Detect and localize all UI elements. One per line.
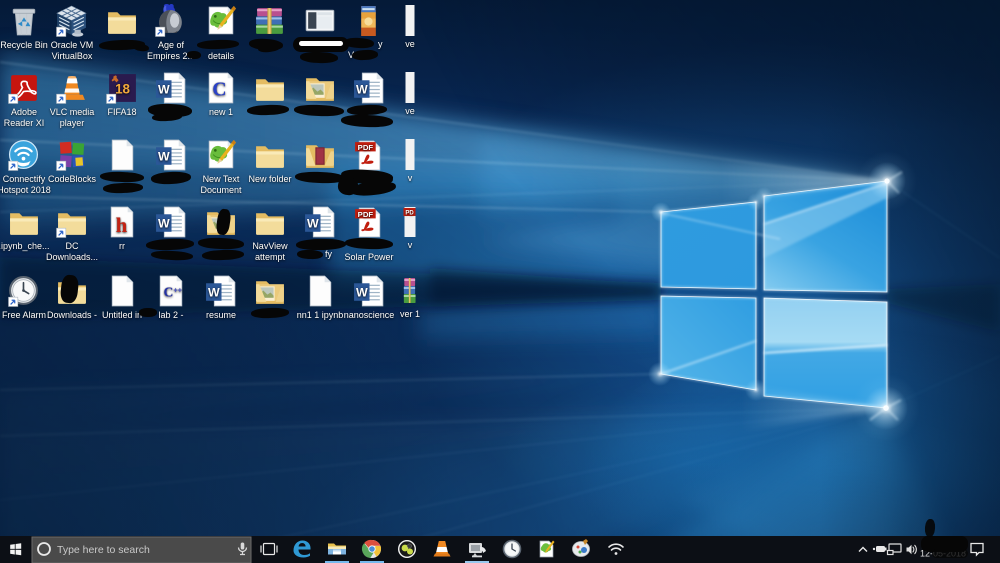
svg-text:PD: PD [405,211,414,217]
svg-text:Type here to search: Type here to search [57,544,150,556]
